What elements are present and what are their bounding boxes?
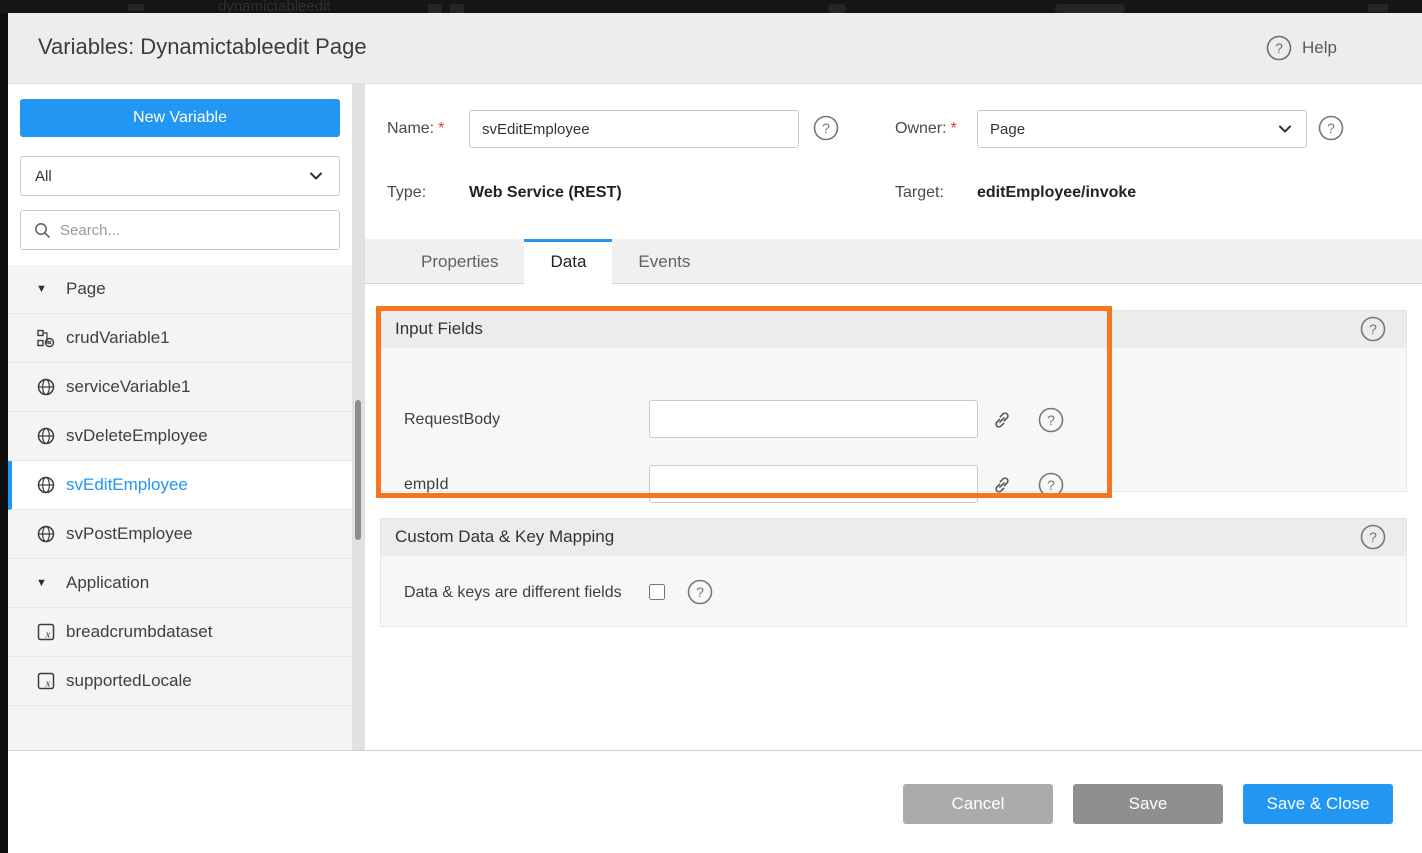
sidebar-item-svpostemployee[interactable]: svPostEmployee [8,510,352,559]
custom-mapping-header: Custom Data & Key Mapping ? [380,518,1407,555]
svg-text:?: ? [1275,40,1283,56]
svg-text:x: x [45,629,51,641]
variables-list: ▼ Page crudVariable1 serviceVariable1 sv… [8,265,352,750]
web-service-icon [36,377,56,397]
cancel-button[interactable]: Cancel [903,784,1053,824]
input-fields-header: Input Fields ? [380,310,1407,347]
svg-text:?: ? [1369,321,1377,337]
empid-label: empId [404,476,448,494]
input-fields-title: Input Fields [395,319,483,339]
search-box [20,210,340,250]
backdrop-circle-icon [828,4,846,13]
custom-mapping-title: Custom Data & Key Mapping [395,527,614,547]
collapse-triangle-icon: ▼ [36,577,56,589]
web-service-icon [36,524,56,544]
input-fields-body: RequestBody ? empId ? [380,347,1407,492]
name-label: Name:* [387,120,444,138]
chevron-down-icon [1276,120,1294,138]
sidebar-group-application[interactable]: ▼ Application [8,559,352,608]
sidebar-group-page[interactable]: ▼ Page [8,265,352,314]
name-help-icon[interactable]: ? [813,115,839,141]
tab-properties[interactable]: Properties [395,239,524,284]
requestbody-input[interactable] [649,400,978,438]
svg-text:x: x [45,678,51,690]
sidebar-item-crudvariable1[interactable]: crudVariable1 [8,314,352,363]
different-fields-help-icon[interactable]: ? [687,579,713,605]
variables-sidebar: New Variable All ▼ Page crudVariable1 se… [8,84,352,750]
required-asterisk: * [951,120,957,137]
svg-text:?: ? [1047,477,1055,493]
search-input[interactable] [60,222,327,239]
model-variable-icon: x [36,622,56,642]
sidebar-item-sveditemployee[interactable]: svEditEmployee [8,461,352,510]
tab-data[interactable]: Data [524,239,612,285]
svg-text:?: ? [822,120,830,136]
help-button[interactable]: ? Help [1266,35,1337,61]
owner-value: Page [990,121,1276,138]
variable-detail-panel: Name:* ? Owner:* Page ? Type: Web Servic… [365,84,1422,750]
dialog-title: Variables: Dynamictableedit Page [38,34,367,60]
svg-text:?: ? [1327,120,1335,136]
owner-label: Owner:* [895,120,957,138]
target-value: editEmployee/invoke [977,184,1136,202]
empid-help-icon[interactable]: ? [1038,472,1064,498]
input-fields-section: Input Fields ? RequestBody ? empId ? [380,310,1407,492]
dialog-footer: Cancel Save Save & Close [8,750,1422,853]
collapse-triangle-icon: ▼ [36,283,56,295]
detail-tabs: Properties Data Events [365,239,1422,284]
sidebar-item-servicevariable1[interactable]: serviceVariable1 [8,363,352,412]
new-variable-button[interactable]: New Variable [20,99,340,137]
tab-events[interactable]: Events [612,239,716,284]
backdrop-toolbar: dynamictableedit [0,0,1422,13]
sidebar-item-breadcrumbdataset[interactable]: x breadcrumbdataset [8,608,352,657]
svg-text:?: ? [696,584,704,600]
variable-filter-value: All [35,168,307,185]
custom-mapping-body: Data & keys are different fields ? [380,555,1407,627]
target-label: Target: [895,184,944,202]
backdrop-pill [1055,4,1125,13]
input-fields-help-icon[interactable]: ? [1360,316,1386,342]
backdrop-grid-icon [428,4,442,13]
requestbody-bind-link-icon[interactable] [992,410,1012,430]
help-icon: ? [1266,35,1292,61]
backdrop-left-edge [0,13,8,853]
dialog-header: Variables: Dynamictableedit Page ? Help [8,13,1422,84]
svg-text:?: ? [1047,412,1055,428]
type-label: Type: [387,184,426,202]
different-fields-checkbox[interactable] [649,584,665,600]
required-asterisk: * [438,120,444,137]
backdrop-caret-icon [1368,4,1388,12]
help-label: Help [1302,38,1337,58]
search-icon [33,221,51,239]
type-value: Web Service (REST) [469,184,622,202]
backdrop-grid-icon [450,4,464,13]
name-input[interactable] [469,110,799,148]
empid-bind-link-icon[interactable] [992,475,1012,495]
sidebar-scrollbar-thumb[interactable] [355,400,361,540]
custom-mapping-section: Custom Data & Key Mapping ? Data & keys … [380,518,1407,627]
different-fields-label: Data & keys are different fields [404,584,622,602]
save-button[interactable]: Save [1073,784,1223,824]
crud-variable-icon [36,328,56,348]
chevron-down-icon [307,167,325,185]
requestbody-label: RequestBody [404,411,500,429]
owner-help-icon[interactable]: ? [1318,115,1344,141]
web-service-icon [36,426,56,446]
web-service-icon [36,475,56,495]
sidebar-item-supportedlocale[interactable]: x supportedLocale [8,657,352,706]
model-variable-icon: x [36,671,56,691]
custom-mapping-help-icon[interactable]: ? [1360,524,1386,550]
sidebar-item-svdeleteemployee[interactable]: svDeleteEmployee [8,412,352,461]
backdrop-page-name: dynamictableedit [218,0,331,13]
sidebar-scrollbar-track[interactable] [352,84,365,750]
svg-text:?: ? [1369,529,1377,545]
backdrop-chevron-icon [128,4,144,11]
owner-select[interactable]: Page [977,110,1307,148]
variable-filter-select[interactable]: All [20,156,340,196]
variables-dialog: Variables: Dynamictableedit Page ? Help … [8,13,1422,853]
save-and-close-button[interactable]: Save & Close [1243,784,1393,824]
requestbody-help-icon[interactable]: ? [1038,407,1064,433]
empid-input[interactable] [649,465,978,503]
